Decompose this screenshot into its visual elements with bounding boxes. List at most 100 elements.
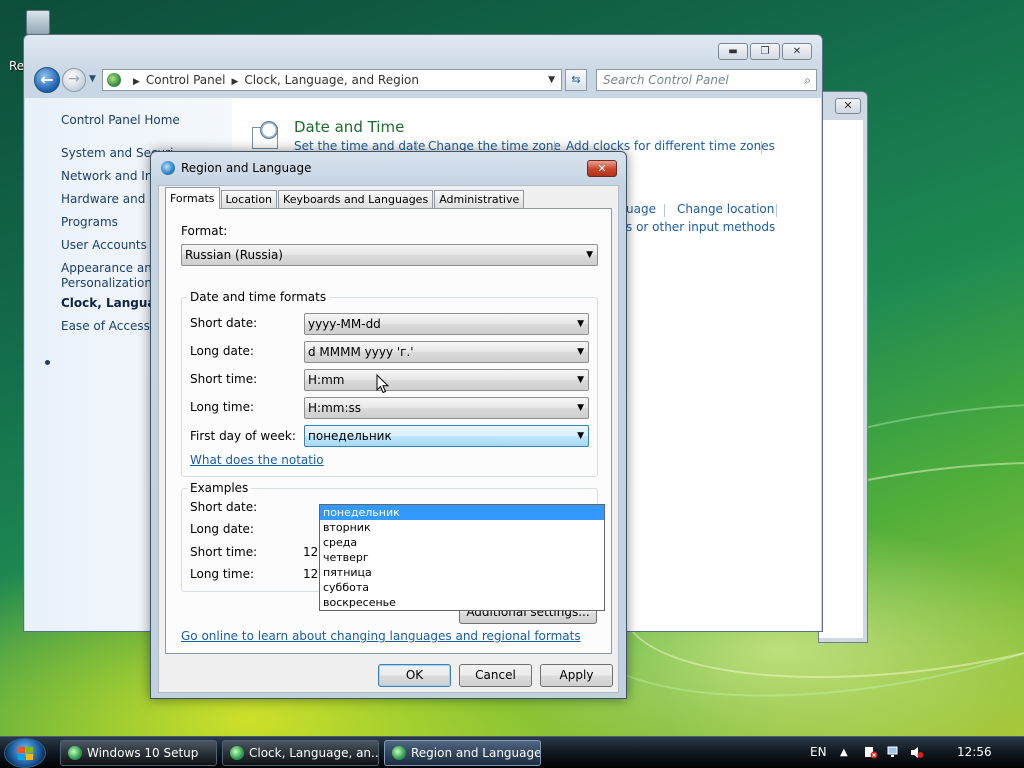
date-time-formats-title: Date and time formats bbox=[187, 290, 330, 304]
ok-button[interactable]: OK bbox=[378, 664, 451, 687]
sidebar-item-appearance[interactable]: Appearance and bbox=[61, 261, 159, 275]
sidebar-item-hardware[interactable]: Hardware and So bbox=[61, 192, 164, 206]
breadcrumb-clock-language-region[interactable]: Clock, Language, and Region bbox=[244, 73, 419, 87]
dialog-title: Region and Language bbox=[181, 161, 312, 175]
link-separator bbox=[761, 141, 762, 154]
chevron-down-icon: ▼ bbox=[577, 375, 584, 385]
input-methods-link-partial[interactable]: s or other input methods bbox=[626, 220, 775, 234]
language-link-partial[interactable]: uage bbox=[626, 202, 656, 216]
recycle-bin-icon[interactable] bbox=[20, 6, 56, 36]
taskbar-item-control-panel[interactable]: Clock, Language, an... bbox=[222, 740, 379, 766]
short-time-value: H:mm bbox=[308, 373, 345, 387]
long-time-value: H:mm:ss bbox=[308, 401, 361, 415]
format-label: Format: bbox=[181, 224, 228, 238]
format-select[interactable]: Russian (Russia) ▼ bbox=[181, 244, 598, 266]
region-language-dialog: Region and Language ✕ Formats Location K… bbox=[150, 151, 627, 699]
notation-link[interactable]: What does the notatio bbox=[190, 453, 324, 467]
first-day-select[interactable]: понедельник ▼ bbox=[304, 425, 589, 447]
long-date-label: Long date: bbox=[190, 344, 254, 358]
setup-icon bbox=[68, 746, 82, 760]
first-day-label: First day of week: bbox=[190, 429, 296, 443]
desktop-icon-label: Re bbox=[9, 59, 25, 73]
back-button[interactable]: ← bbox=[34, 67, 60, 93]
taskbar-item-windows-setup[interactable]: Windows 10 Setup bbox=[60, 740, 217, 766]
long-date-select[interactable]: d MMMM yyyy 'г.' ▼ bbox=[304, 341, 589, 363]
sidebar-item-user-accounts[interactable]: User Accounts bbox=[61, 238, 147, 252]
dropdown-option[interactable]: воскресенье bbox=[320, 595, 604, 610]
dropdown-option[interactable]: понедельник bbox=[320, 505, 604, 520]
dropdown-option[interactable]: среда bbox=[320, 535, 604, 550]
sidebar-item-home[interactable]: Control Panel Home bbox=[61, 113, 180, 127]
tab-administrative[interactable]: Administrative bbox=[434, 190, 525, 209]
maximize-button[interactable]: ❐ bbox=[750, 43, 780, 60]
chevron-down-icon: ▼ bbox=[577, 347, 584, 357]
chevron-down-icon: ▼ bbox=[577, 403, 584, 413]
current-item-bullet bbox=[45, 360, 50, 365]
input-language-indicator[interactable]: EN bbox=[810, 745, 827, 759]
tab-keyboards-languages[interactable]: Keyboards and Languages bbox=[278, 190, 434, 209]
link-separator bbox=[776, 204, 777, 217]
search-placeholder: Search Control Panel bbox=[603, 73, 729, 87]
example-long-time-label: Long time: bbox=[190, 567, 255, 581]
sidebar-item-network[interactable]: Network and Inte bbox=[61, 169, 165, 183]
short-date-value: yyyy-MM-dd bbox=[308, 317, 381, 331]
background-window: ✕ bbox=[818, 91, 868, 643]
short-date-select[interactable]: yyyy-MM-dd ▼ bbox=[304, 313, 589, 335]
dropdown-option[interactable]: пятница bbox=[320, 565, 604, 580]
network-icon[interactable] bbox=[887, 746, 901, 759]
windows-logo-icon bbox=[18, 747, 34, 761]
address-bar[interactable]: ▶ Control Panel ▶ Clock, Language, and Regi… bbox=[102, 69, 562, 91]
close-button[interactable]: ✕ bbox=[587, 160, 617, 177]
system-clock[interactable]: 12:56 bbox=[957, 745, 992, 759]
dropdown-option[interactable]: вторник bbox=[320, 520, 604, 535]
taskbar: Windows 10 Setup Clock, Language, an... … bbox=[0, 736, 1024, 768]
taskbar-item-label: Windows 10 Setup bbox=[87, 746, 199, 760]
sidebar-item-personalization[interactable]: Personalization bbox=[61, 276, 152, 290]
sidebar-item-programs[interactable]: Programs bbox=[61, 215, 118, 229]
dropdown-option[interactable]: четверг bbox=[320, 550, 604, 565]
link-separator bbox=[664, 204, 665, 217]
chevron-down-icon: ▼ bbox=[577, 319, 584, 329]
date-time-icon bbox=[252, 121, 282, 151]
refresh-button[interactable]: ⇆ bbox=[565, 69, 587, 91]
example-long-date-label: Long date: bbox=[190, 522, 254, 536]
search-icon[interactable]: ⌕ bbox=[804, 70, 811, 90]
close-icon[interactable]: ✕ bbox=[835, 98, 861, 114]
tab-strip: Formats Location Keyboards and Languages… bbox=[165, 187, 525, 209]
sidebar-item-ease-of-access[interactable]: Ease of Access bbox=[61, 319, 150, 333]
breadcrumb-control-panel[interactable]: Control Panel bbox=[146, 73, 226, 87]
chevron-down-icon: ▼ bbox=[586, 250, 593, 260]
example-short-date-label: Short date: bbox=[190, 500, 258, 514]
example-short-time-label: Short time: bbox=[190, 545, 258, 559]
examples-title: Examples bbox=[187, 481, 252, 495]
long-time-select[interactable]: H:mm:ss ▼ bbox=[304, 397, 589, 419]
address-dropdown-icon[interactable]: ▼ bbox=[548, 70, 555, 90]
short-time-select[interactable]: H:mm ▼ bbox=[304, 369, 589, 391]
region-globe-icon bbox=[161, 161, 175, 175]
minimize-button[interactable]: ▬ bbox=[718, 43, 748, 60]
long-date-value: d MMMM yyyy 'г.' bbox=[308, 345, 414, 359]
chevron-right-icon: ▶ bbox=[133, 77, 140, 87]
start-button[interactable] bbox=[4, 738, 46, 768]
dropdown-option[interactable]: суббота bbox=[320, 580, 604, 595]
chevron-down-icon: ▼ bbox=[577, 431, 584, 441]
action-center-warning-icon[interactable] bbox=[864, 746, 878, 759]
online-info-link[interactable]: Go online to learn about changing langua… bbox=[181, 629, 581, 643]
volume-muted-icon[interactable] bbox=[910, 746, 924, 759]
history-dropdown-icon[interactable]: ▼ bbox=[89, 74, 96, 84]
first-day-value: понедельник bbox=[308, 429, 392, 443]
cancel-button[interactable]: Cancel bbox=[459, 664, 532, 687]
tab-formats[interactable]: Formats bbox=[165, 187, 220, 209]
category-title[interactable]: Date and Time bbox=[294, 118, 404, 136]
window-caption-buttons: ▬ ❐ ✕ bbox=[718, 43, 812, 60]
control-panel-icon bbox=[107, 73, 121, 87]
taskbar-item-region-language[interactable]: Region and Language bbox=[384, 740, 541, 766]
close-button[interactable]: ✕ bbox=[782, 43, 812, 60]
forward-button[interactable]: → bbox=[62, 68, 86, 92]
apply-button[interactable]: Apply bbox=[540, 664, 613, 687]
short-date-label: Short date: bbox=[190, 316, 258, 330]
tray-expand-icon[interactable]: ▲ bbox=[840, 747, 848, 758]
tab-location[interactable]: Location bbox=[220, 190, 278, 209]
search-input[interactable]: Search Control Panel ⌕ bbox=[596, 69, 817, 91]
change-location-link[interactable]: Change location bbox=[677, 202, 774, 216]
